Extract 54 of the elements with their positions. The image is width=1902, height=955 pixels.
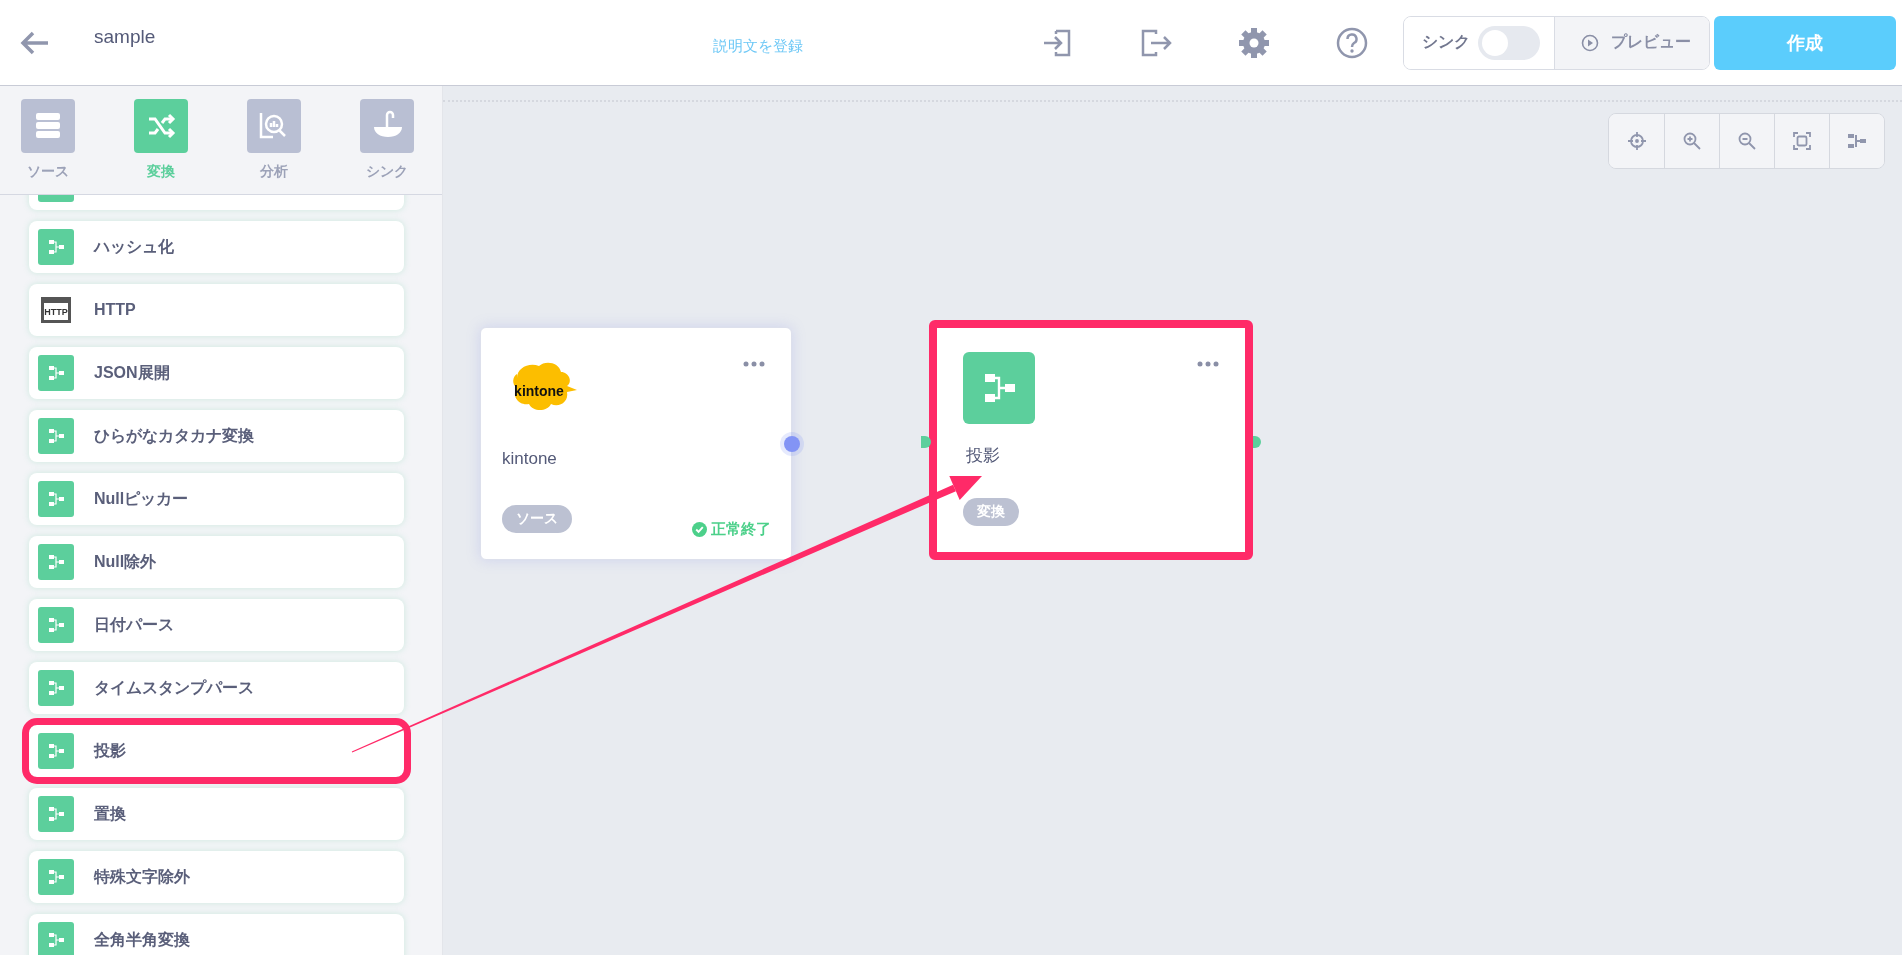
list-item[interactable]: HTTP HTTP [29,284,404,336]
node-tag: 変換 [963,498,1019,526]
sync-toggle[interactable] [1478,25,1540,60]
node-name: 投影 [966,445,1000,467]
transform-icon [963,352,1035,424]
flow-icon [38,733,74,769]
list-item[interactable]: 特殊文字除外 [29,851,404,903]
list-item[interactable]: タイムスタンプパース [29,662,404,714]
more-icon[interactable] [743,361,765,367]
flow-icon [38,481,74,517]
logo-text: kintone [514,383,564,399]
layout-button[interactable] [1829,114,1884,168]
output-port[interactable] [784,436,800,452]
flow-icon [38,670,74,706]
http-icon: HTTP [41,297,71,323]
zoom-in-icon [1682,131,1702,151]
node-name: kintone [502,449,557,469]
hierarchy-icon [1847,131,1867,151]
more-icon[interactable] [1197,361,1219,367]
list-item[interactable]: Null除外 [29,536,404,588]
list-item[interactable]: JSON展開 [29,347,404,399]
shuffle-icon [147,113,176,139]
node-status: 正常終了 [692,520,771,539]
settings-icon[interactable] [1237,25,1271,60]
chart-search-icon [259,113,286,139]
list-item[interactable]: 日付パース [29,599,404,651]
list-item[interactable]: ハッシュ化 [29,221,404,273]
flow-icon [38,859,74,895]
sync-label: シンク [1422,32,1470,52]
sink-icon [374,110,402,137]
flow-icon [38,922,74,955]
check-circle-icon [692,522,707,537]
flow-icon [38,355,74,391]
list-item[interactable]: 全角半角変換 [29,914,404,955]
zoom-out-icon [1737,131,1757,151]
flow-title[interactable]: sample [94,25,156,48]
help-icon[interactable] [1335,25,1369,60]
list-item[interactable]: ひらがなカタカナ変換 [29,410,404,462]
play-icon [1581,33,1599,52]
crosshair-icon [1626,131,1647,151]
server-icon [36,113,60,138]
list-item[interactable]: Nullピッカー [29,473,404,525]
input-port[interactable] [921,436,931,448]
flow-icon [38,229,74,265]
flow-icon [38,796,74,832]
output-port[interactable] [1253,436,1261,448]
flow-icon [38,607,74,643]
node-card[interactable]: kintone kintone ソース 正常終了 [480,327,792,560]
node-card[interactable]: 投影 変換 [929,320,1253,560]
list-item[interactable]: 置換 [29,788,404,840]
flow-icon [38,544,74,580]
flow-icon [38,418,74,454]
node-tag: ソース [502,505,572,533]
fit-screen-icon [1792,131,1812,151]
